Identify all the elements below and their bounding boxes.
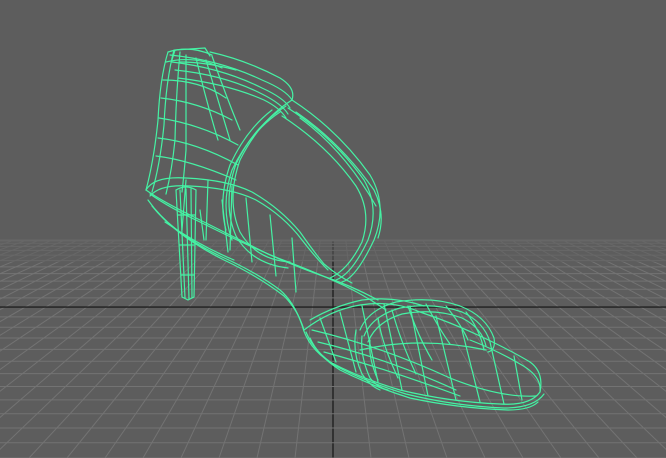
viewport-scene[interactable] — [0, 0, 666, 458]
3d-viewport[interactable] — [0, 0, 666, 458]
grid-horizon-fade — [0, 0, 666, 262]
